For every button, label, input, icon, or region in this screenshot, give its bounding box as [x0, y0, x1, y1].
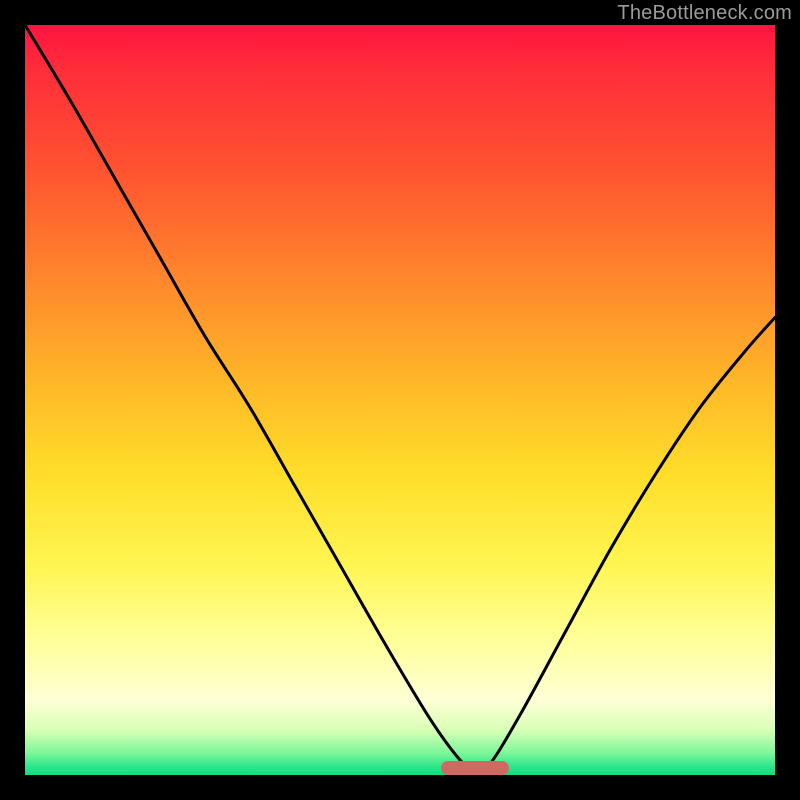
curve-path: [25, 25, 775, 772]
chart-frame: TheBottleneck.com: [0, 0, 800, 800]
optimum-marker: [441, 761, 509, 775]
plot-area: [25, 25, 775, 775]
watermark-text: TheBottleneck.com: [617, 2, 792, 25]
bottleneck-curve: [25, 25, 775, 775]
